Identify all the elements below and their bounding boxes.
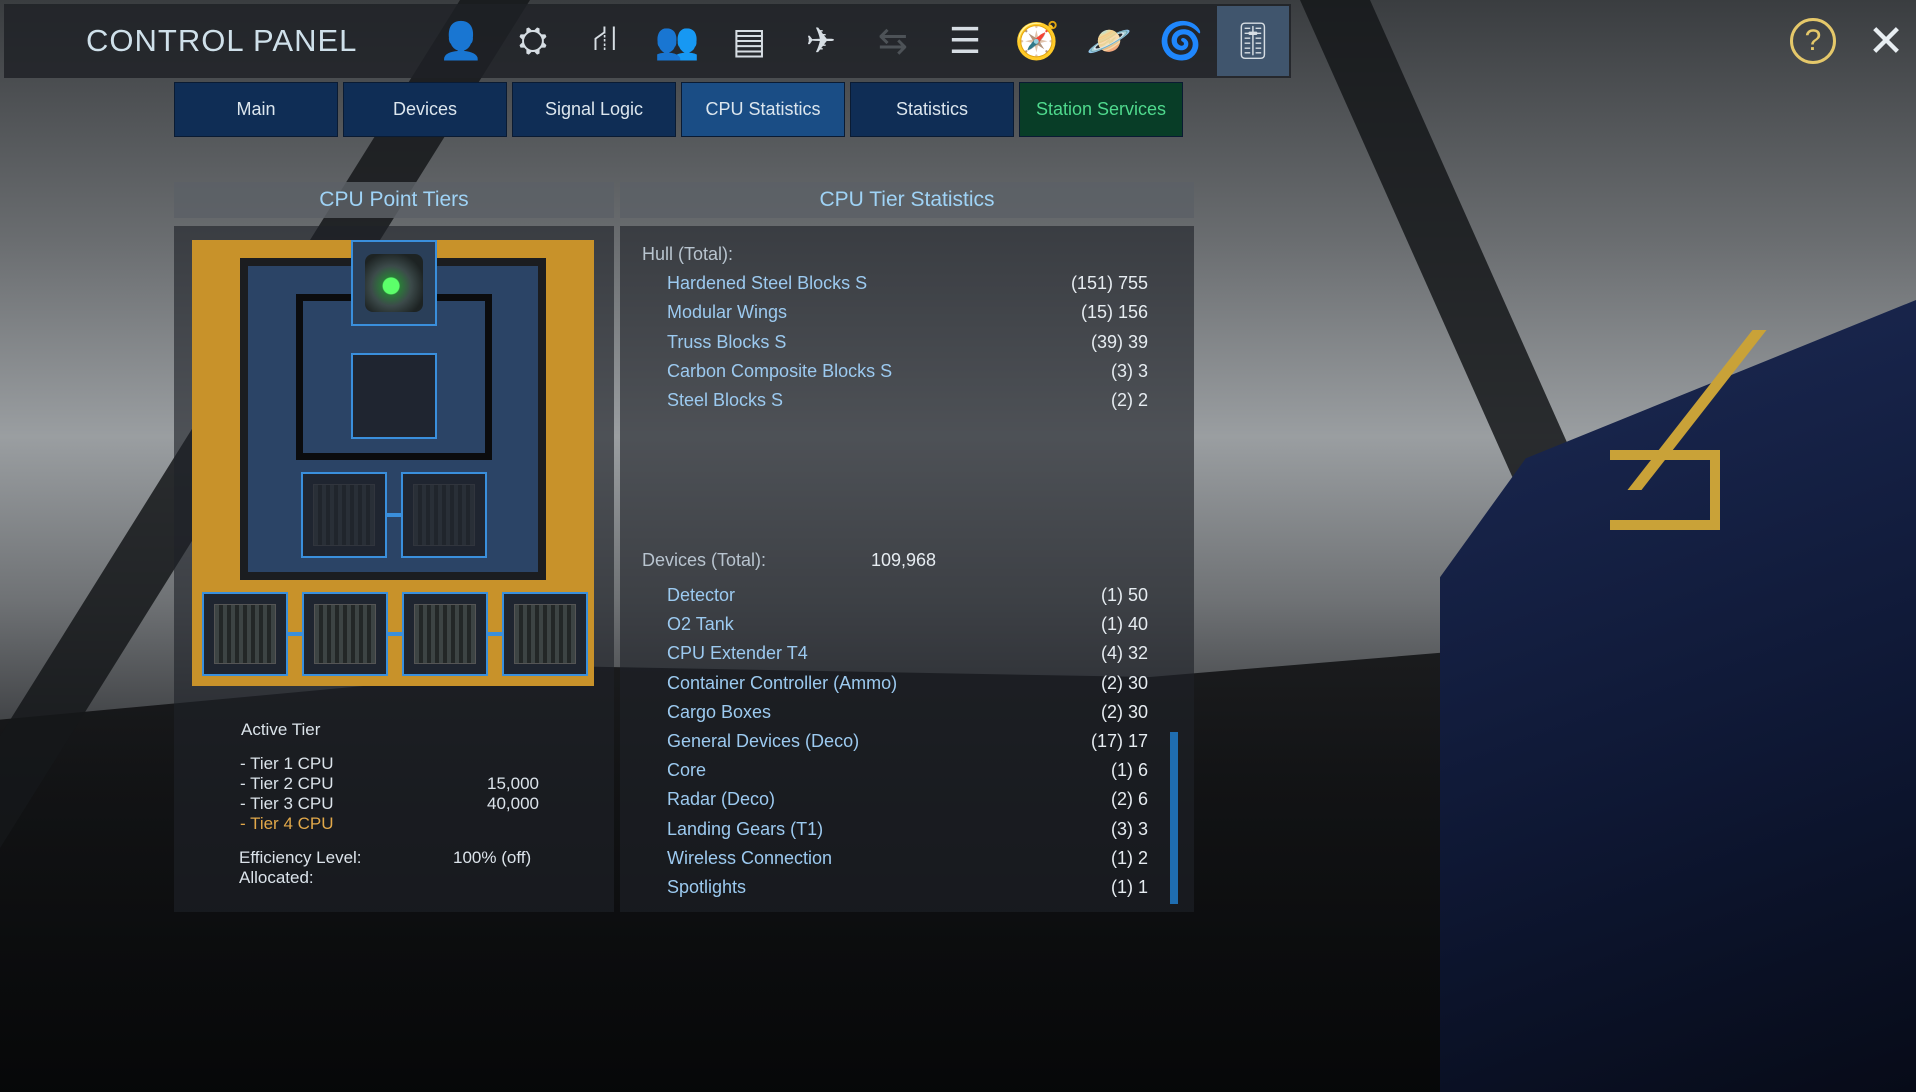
stat-item-value: (3) 3 bbox=[1110, 360, 1148, 381]
stat-item-name: Steel Blocks S bbox=[667, 390, 784, 411]
transfer-icon[interactable]: ⇆ bbox=[857, 6, 929, 76]
stat-item-name: Spotlights bbox=[667, 877, 747, 897]
close-button[interactable]: ✕ bbox=[1856, 12, 1916, 72]
stat-item-name: CPU Extender T4 bbox=[667, 643, 808, 664]
stat-item-value: (2) 30 bbox=[1100, 672, 1148, 693]
stat-item-name: Cargo Boxes bbox=[667, 701, 772, 722]
efficiency-value: 100% (off) bbox=[453, 848, 532, 867]
hierarchy-icon[interactable]: ⛙ bbox=[569, 6, 641, 76]
devices-total-label: Devices (Total): bbox=[642, 550, 767, 570]
tab-main[interactable]: Main bbox=[174, 82, 338, 137]
cpu-extender-icon bbox=[514, 604, 576, 664]
ship-icon[interactable]: ✈ bbox=[785, 6, 857, 76]
tier-value: 15,000 bbox=[487, 774, 539, 793]
stat-item-value: (4) 32 bbox=[1100, 643, 1148, 664]
stat-item-name: Landing Gears (T1) bbox=[667, 818, 824, 839]
stat-item-value: (15) 156 bbox=[1080, 302, 1148, 323]
help-icon: ? bbox=[1790, 18, 1836, 64]
cpu-slot-tier4-4[interactable] bbox=[502, 592, 588, 676]
compass-icon[interactable]: 🧭 bbox=[1001, 6, 1073, 76]
stat-item-value: (1) 1 bbox=[1110, 877, 1148, 897]
tier-label: - Tier 2 CPU bbox=[240, 774, 334, 793]
cpu-slot-tier2-right[interactable] bbox=[401, 472, 487, 558]
tab-devices[interactable]: Devices bbox=[343, 82, 507, 137]
stat-item-name: Truss Blocks S bbox=[667, 331, 787, 352]
window-title: CONTROL PANEL bbox=[86, 23, 358, 58]
cpu-tier-statistics-header: CPU Tier Statistics bbox=[620, 182, 1194, 218]
stat-item-name: General Devices (Deco) bbox=[667, 731, 860, 751]
stat-item-name: Core bbox=[667, 760, 707, 781]
planet-icon[interactable]: 🪐 bbox=[1073, 6, 1145, 76]
stat-item-name: Container Controller (Ammo) bbox=[667, 672, 898, 693]
stat-item-name: Radar (Deco) bbox=[667, 789, 776, 810]
stat-item-name: Carbon Composite Blocks S bbox=[667, 360, 893, 381]
galaxy-icon[interactable]: 🌀 bbox=[1145, 6, 1217, 76]
structure-icon[interactable]: ⛭ bbox=[497, 6, 569, 76]
tab-station-services[interactable]: Station Services bbox=[1019, 82, 1183, 137]
slot-connector bbox=[387, 513, 401, 517]
stat-item-value: (1) 2 bbox=[1110, 847, 1148, 868]
hull-total-label: Hull (Total): bbox=[642, 244, 734, 264]
cpu-slot-tier4-3[interactable] bbox=[402, 592, 488, 676]
core-slot[interactable] bbox=[351, 240, 437, 326]
cpu-slot-tier2-left[interactable] bbox=[301, 472, 387, 558]
cpu-slot-tier4-2[interactable] bbox=[302, 592, 388, 676]
cpu-extender-icon bbox=[313, 484, 375, 546]
group-icon[interactable]: 👥 bbox=[641, 6, 713, 76]
cpu-extender-icon bbox=[414, 604, 476, 664]
player-icon[interactable]: 👤 bbox=[425, 6, 497, 76]
stat-item-name: Hardened Steel Blocks S bbox=[667, 273, 868, 293]
slot-connector bbox=[288, 632, 302, 636]
stat-item-value: (2) 6 bbox=[1110, 789, 1148, 810]
cpu-extender-icon bbox=[413, 484, 475, 546]
stat-item-value: (151) 755 bbox=[1070, 273, 1148, 293]
cpu-slot-tier4-1[interactable] bbox=[202, 592, 288, 676]
stat-item-value: (39) 39 bbox=[1090, 331, 1148, 352]
stat-item-name: O2 Tank bbox=[667, 614, 734, 635]
stat-item-value: (3) 3 bbox=[1110, 818, 1148, 839]
cpu-extender-icon bbox=[214, 604, 276, 664]
stats-scrollbar[interactable] bbox=[1170, 732, 1178, 904]
cpu-point-tiers-header: CPU Point Tiers bbox=[174, 182, 614, 218]
tab-cpu-statistics[interactable]: CPU Statistics bbox=[681, 82, 845, 137]
tier-row-active: - Tier 4 CPU bbox=[240, 814, 539, 834]
help-button[interactable]: ? bbox=[1780, 8, 1846, 74]
tab-signal-logic[interactable]: Signal Logic bbox=[512, 82, 676, 137]
stat-item-value: (17) 17 bbox=[1090, 731, 1148, 751]
tier-label: - Tier 1 CPU bbox=[240, 754, 334, 773]
top-icon-bar: 👤 ⛭ ⛙ 👥 ▤ ✈ ⇆ ☰ 🧭 🪐 🌀 🎚 bbox=[425, 6, 1289, 76]
stat-item-value: (1) 50 bbox=[1100, 585, 1148, 605]
stat-item-name: Wireless Connection bbox=[667, 847, 833, 868]
settings-sliders-icon[interactable]: 🎚 bbox=[1217, 6, 1289, 76]
stat-item-value: (2) 30 bbox=[1100, 701, 1148, 722]
active-tier-label: Active Tier bbox=[241, 720, 321, 739]
tier-label: - Tier 4 CPU bbox=[240, 814, 334, 833]
slot-connector bbox=[488, 632, 502, 636]
tab-statistics[interactable]: Statistics bbox=[850, 82, 1014, 137]
tier-label: - Tier 3 CPU bbox=[240, 794, 334, 813]
stat-item-value: (2) 2 bbox=[1110, 390, 1148, 411]
core-icon bbox=[365, 254, 423, 312]
cpu-slot-empty[interactable] bbox=[351, 353, 437, 439]
allocated-label: Allocated: bbox=[239, 868, 314, 887]
tier-row: - Tier 1 CPU bbox=[240, 754, 539, 774]
cpu-extender-icon bbox=[314, 604, 376, 664]
stat-item-value: (1) 40 bbox=[1100, 614, 1148, 635]
tier-value: 40,000 bbox=[487, 794, 539, 813]
stat-item-name: Detector bbox=[667, 585, 736, 605]
slot-connector bbox=[388, 632, 402, 636]
stat-item-value: (1) 6 bbox=[1110, 760, 1148, 781]
tier-row: - Tier 2 CPU 15,000 bbox=[240, 774, 539, 794]
tab-bar: Main Devices Signal Logic CPU Statistics… bbox=[174, 82, 1183, 137]
window-icon[interactable]: ▤ bbox=[713, 6, 785, 76]
stat-item-name: Modular Wings bbox=[667, 302, 788, 323]
tier-row: - Tier 3 CPU 40,000 bbox=[240, 794, 539, 814]
list-icon[interactable]: ☰ bbox=[929, 6, 1001, 76]
devices-total-value: 109,968 bbox=[871, 550, 937, 570]
efficiency-label: Efficiency Level: bbox=[239, 848, 362, 867]
